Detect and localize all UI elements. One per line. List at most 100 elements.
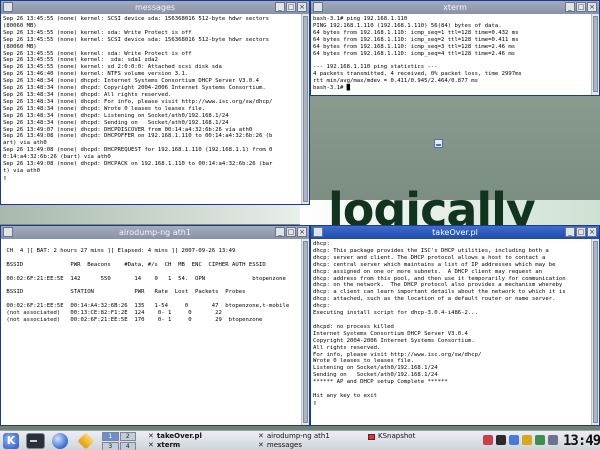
messages-window[interactable]: messages _ □ × Sep 26 13:45:55 (none) ke… <box>0 0 310 205</box>
terminal-line: Sep 26 13:48:34 (none) dhcpd: Internet S… <box>3 78 259 85</box>
maximize-icon[interactable]: □ <box>576 227 586 237</box>
xterm-window[interactable]: xterm _ □ × bash-3.1# ping 192.168.1.110… <box>310 0 600 96</box>
tray-app-icon[interactable] <box>522 435 532 445</box>
terminal-line: dhcp: server and client. The DHCP protoc… <box>313 254 546 261</box>
terminal-line: t) via ath0 <box>3 167 41 174</box>
window-menu-icon[interactable] <box>3 227 13 237</box>
terminal-line: Copyright 2004-2006 Internet Systems Con… <box>313 337 475 344</box>
x-app-icon: ✕ <box>148 432 154 440</box>
xterm-terminal-output[interactable]: bash-3.1# ping 192.168.1.110 PING 192.168… <box>313 16 590 93</box>
terminal-line: rtt min/avg/max/mdev = 0.411/0.945/2.464… <box>313 78 479 85</box>
takeover-terminal-output[interactable]: dhcp: dhcp: This package provides the ISC… <box>313 241 590 423</box>
terminal-line: (not associated) 00:13:CE:82:F1:2E 124 0… <box>3 310 222 317</box>
messages-titlebar[interactable]: messages _ □ × <box>1 1 309 14</box>
messages-scrollbar[interactable] <box>301 14 309 204</box>
pager-desktop-3[interactable]: 3 <box>102 442 119 450</box>
airodump-window[interactable]: airodump-ng ath1 _ □ × CH 4 ][ BAT: 2 ho… <box>0 225 310 426</box>
terminal-line: Sep 26 13:45:55 (none) kernel: sda: sda1… <box>3 57 158 64</box>
airodump-titlebar[interactable]: airodump-ng ath1 _ □ × <box>1 226 309 239</box>
terminal-line: PING 192.168.1.110 (192.168.1.110) 56(84… <box>313 22 502 29</box>
scrollbar-thumb[interactable] <box>593 16 598 92</box>
terminal-line: ****** AP and DHCP setup Complete ****** <box>313 379 448 386</box>
terminal-line: (80060 MB) <box>3 22 37 29</box>
window-menu-icon[interactable] <box>313 2 323 12</box>
tray-volume-icon[interactable] <box>548 435 558 445</box>
x-app-icon: ✕ <box>148 441 154 449</box>
terminal-line: Listening on Socket/ath0/192.168.1/24 <box>313 365 438 372</box>
maximize-icon[interactable]: □ <box>286 227 296 237</box>
tray-app-icon[interactable] <box>509 435 519 445</box>
takeover-window[interactable]: takeOver.pl _ □ × dhcp: dhcp: This packag… <box>310 225 600 426</box>
terminal-line: Sep 26 13:48:34 (none) dhcpd: Sending on… <box>3 119 229 126</box>
task-airodump[interactable]: ✕ airodump-ng ath1 <box>258 432 330 441</box>
konqueror-launcher-icon[interactable] <box>52 433 68 449</box>
scrollbar-thumb[interactable] <box>303 241 308 423</box>
terminal-line: dhcp: on the network. The DHCP protocol … <box>313 282 563 289</box>
tray-app-icon[interactable] <box>483 435 493 445</box>
maximize-icon[interactable]: □ <box>286 2 296 12</box>
x-app-icon: ✕ <box>258 441 264 449</box>
minimize-icon[interactable]: _ <box>565 227 575 237</box>
terminal-line: For info, please visit http://www.isc.or… <box>313 351 482 358</box>
ksnapshot-icon <box>368 433 375 440</box>
terminal-line: ▯ <box>313 399 317 406</box>
minimize-icon[interactable]: _ <box>275 227 285 237</box>
terminal-line: dhcpd: no process killed <box>313 323 394 330</box>
scrollbar-thumb[interactable] <box>303 16 308 202</box>
task-takeover[interactable]: ✕ takeOver.pl <box>148 432 202 441</box>
window-title: takeOver.pl <box>432 228 478 237</box>
minimize-icon[interactable]: _ <box>275 2 285 12</box>
home-folder-icon[interactable] <box>77 432 95 450</box>
xterm-titlebar[interactable]: xterm _ □ × <box>311 1 599 14</box>
task-label: takeOver.pl <box>156 432 202 440</box>
takeover-titlebar[interactable]: takeOver.pl _ □ × <box>311 226 599 239</box>
terminal-launcher-icon[interactable] <box>26 433 45 449</box>
task-ksnapshot[interactable]: KSnapshot <box>368 432 415 441</box>
terminal-line: 64 bytes from 192.168.1.110: icmp_seq=2 … <box>313 36 519 43</box>
tray-app-icon[interactable] <box>535 435 545 445</box>
pager-desktop-4[interactable]: 4 <box>119 442 136 450</box>
terminal-line: Sep 26 13:48:34 (none) dhcpd: For info, … <box>3 98 273 105</box>
close-icon[interactable]: × <box>297 227 307 237</box>
terminal-line: Sep 26 13:45:55 (none) kernel: sda: Writ… <box>3 29 192 36</box>
pager-desktop-1[interactable]: 1 <box>102 432 119 441</box>
terminal-line: Sep 26 13:45:55 (none) kernel: sda: Writ… <box>3 50 192 57</box>
window-menu-icon[interactable] <box>313 227 323 237</box>
terminal-line: dhcp: assigned on one or more subnets. A… <box>313 268 543 275</box>
maximize-icon[interactable]: □ <box>576 2 586 12</box>
task-label: messages <box>266 441 302 449</box>
window-menu-icon[interactable] <box>3 2 13 12</box>
terminal-line: 64 bytes from 192.168.1.110: icmp_seq=3 … <box>313 43 516 50</box>
close-icon[interactable]: × <box>587 227 597 237</box>
terminal-line: 64 bytes from 192.168.1.110: icmp_seq=4 … <box>313 50 516 57</box>
terminal-line: 00:02:6F:21:EE:5E 00:14:A4:32:6B:26 135 … <box>3 303 290 310</box>
terminal-line: Hit any key to exit <box>313 392 377 399</box>
takeover-scrollbar[interactable] <box>591 239 599 425</box>
close-icon[interactable]: × <box>587 2 597 12</box>
terminal-line: Sep 26 13:49:07 (none) dhcpd: DHCPDISCOV… <box>3 126 253 133</box>
close-icon[interactable]: × <box>297 2 307 12</box>
terminal-line: dhcp: <box>313 241 330 247</box>
scrollbar-thumb[interactable] <box>593 241 598 423</box>
k-menu-button[interactable]: K <box>3 433 19 449</box>
task-xterm[interactable]: ✕ xterm <box>148 441 180 450</box>
desktop-file-icon[interactable] <box>434 139 443 148</box>
task-label: KSnapshot <box>378 432 416 440</box>
minimize-icon[interactable]: _ <box>565 2 575 12</box>
terminal-line: Sep 26 13:46:40 (none) kernel: NTFS volu… <box>3 71 189 78</box>
tray-network-icon[interactable] <box>496 435 506 445</box>
clock[interactable]: 13:49 <box>563 433 600 449</box>
airodump-scrollbar[interactable] <box>301 239 309 425</box>
task-messages[interactable]: ✕ messages <box>258 441 302 450</box>
xterm-scrollbar[interactable] <box>591 14 599 95</box>
airodump-terminal-output[interactable]: CH 4 ][ BAT: 2 hours 27 mins ][ Elapsed:… <box>3 241 300 423</box>
pager-desktop-2[interactable]: 2 <box>119 432 136 441</box>
terminal-line: Sep 26 13:48:34 (none) dhcpd: Copyright … <box>3 85 266 92</box>
messages-terminal-output[interactable]: Sep 26 13:45:55 (none) kernel: SCSI devi… <box>3 16 300 202</box>
terminal-line: --- 192.168.1.110 ping statistics --- <box>313 64 438 71</box>
terminal-line: dhcp: <box>313 303 330 310</box>
task-label: airodump-ng ath1 <box>266 432 330 440</box>
